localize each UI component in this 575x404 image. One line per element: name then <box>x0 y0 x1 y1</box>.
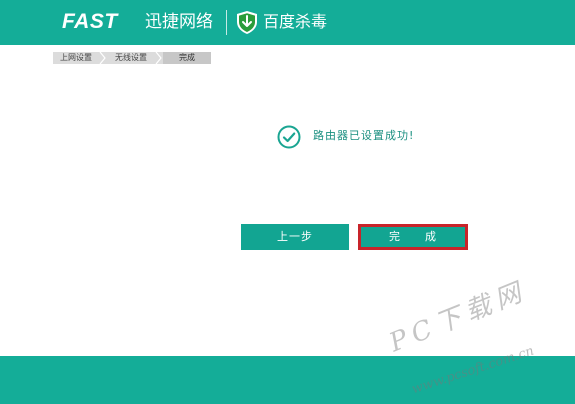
finish-label: 完 成 <box>389 230 437 243</box>
breadcrumb-chevron-icon <box>99 52 107 64</box>
breadcrumb-item-wireless-settings: 无线设置 <box>107 52 155 64</box>
breadcrumb-label: 完成 <box>179 53 195 62</box>
fast-logo-text: FAST <box>62 10 118 33</box>
watermark-title: PC下载网 <box>385 276 532 359</box>
top-header-bar: FAST 迅捷网络 百度杀毒 <box>0 0 575 45</box>
header-divider <box>226 10 227 35</box>
baidu-antivirus-name: 百度杀毒 <box>263 12 328 31</box>
breadcrumb-item-done: 完成 <box>163 52 211 64</box>
breadcrumb-label: 无线设置 <box>115 53 147 62</box>
baidu-antivirus-shield-icon <box>237 11 257 34</box>
previous-step-button[interactable]: 上一步 <box>241 224 349 250</box>
breadcrumb-item-internet-settings: 上网设置 <box>53 52 99 64</box>
brand-name: 迅捷网络 <box>145 12 213 32</box>
previous-step-label: 上一步 <box>277 230 313 243</box>
breadcrumb-chevron-icon <box>155 52 163 64</box>
success-check-icon <box>277 125 301 149</box>
finish-button[interactable]: 完 成 <box>358 224 468 250</box>
success-message: 路由器已设置成功! <box>313 129 415 142</box>
breadcrumb-label: 上网设置 <box>60 53 92 62</box>
